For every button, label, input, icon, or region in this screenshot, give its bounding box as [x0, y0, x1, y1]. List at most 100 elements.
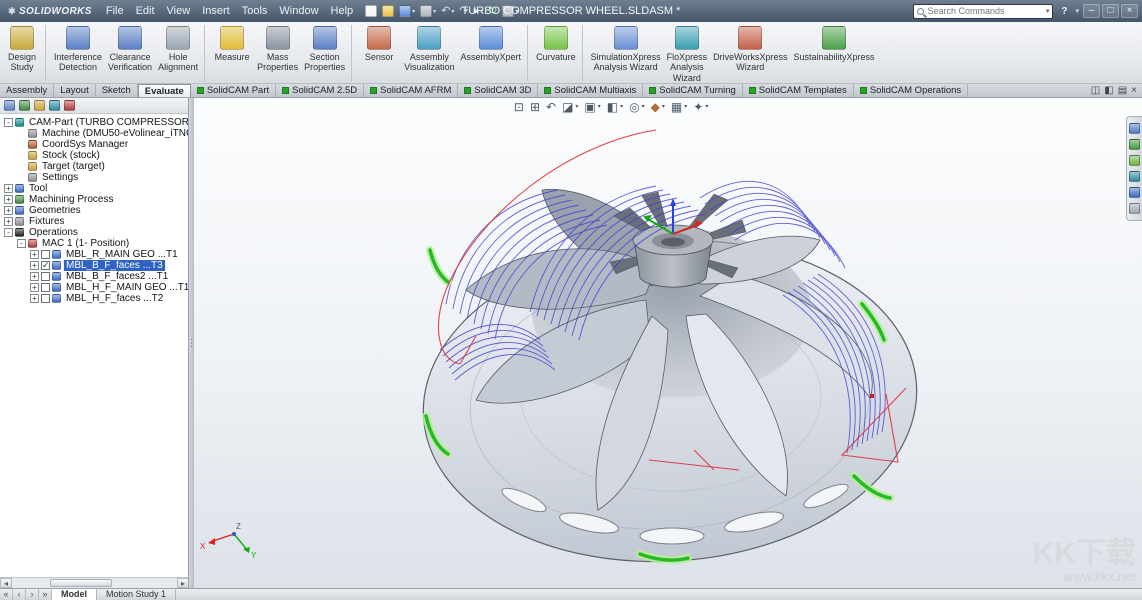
tab-solidcam-25d[interactable]: SolidCAM 2.5D: [276, 84, 364, 97]
tree-item-mac1[interactable]: - MAC 1 (1- Position): [2, 238, 188, 249]
tab-scroll-next-button[interactable]: ›: [26, 589, 39, 600]
tab-scroll-last-button[interactable]: »: [39, 589, 52, 600]
tree-item-op-mbl-h-f-main-geo[interactable]: + MBL_H_F_MAIN GEO ...T1: [2, 282, 188, 293]
operation-checkbox[interactable]: [41, 261, 50, 270]
tree-expander-icon[interactable]: +: [4, 217, 13, 226]
tab-scroll-prev-button[interactable]: ‹: [13, 589, 26, 600]
tree-item-machine[interactable]: Machine (DMU50-eVolinear_iTNC530_5X-Si: [2, 128, 188, 139]
scroll-thumb[interactable]: [50, 579, 112, 587]
zoom-fit-icon[interactable]: ⊡▾: [514, 101, 524, 113]
menu-file[interactable]: File: [100, 0, 130, 22]
search-commands-box[interactable]: ▾: [913, 4, 1053, 19]
undo-icon[interactable]: ↶▾: [439, 3, 456, 19]
menu-insert[interactable]: Insert: [196, 0, 236, 22]
apply-scene-icon[interactable]: ▦▾: [671, 101, 687, 113]
menu-help[interactable]: Help: [325, 0, 360, 22]
tree-item-cam-part[interactable]: - CAM-Part (TURBO COMPRESSOR WHEEL): [2, 117, 188, 128]
assemblyxpert-button[interactable]: AssemblyXpert ▾: [458, 25, 529, 81]
help-icon[interactable]: ?: [1057, 6, 1071, 17]
operation-checkbox[interactable]: [41, 250, 50, 259]
tree-item-fixtures[interactable]: + Fixtures: [2, 216, 188, 227]
sensor-button[interactable]: Sensor ▾: [357, 25, 401, 81]
minimize-button[interactable]: –: [1083, 4, 1100, 18]
view-palette-icon[interactable]: [1129, 171, 1140, 182]
save-icon[interactable]: ▾: [397, 3, 417, 19]
machining-process-toolbar-icon[interactable]: [34, 100, 45, 111]
section-view-icon[interactable]: ◪▾: [562, 101, 578, 113]
close-button[interactable]: ×: [1121, 4, 1138, 18]
floxpress-analysis-wizard-button[interactable]: FloXpress Analysis Wizard ▾: [664, 25, 711, 81]
tree-expander-icon[interactable]: -: [4, 118, 13, 127]
tree-expander-icon[interactable]: -: [4, 228, 13, 237]
display-style-icon[interactable]: ◧▾: [607, 101, 623, 113]
tree-expander-icon[interactable]: +: [4, 195, 13, 204]
tab-layout[interactable]: Layout: [54, 84, 96, 97]
tree-item-op-mbl-b-f-faces2[interactable]: + MBL_B_F_faces2 ...T1: [2, 271, 188, 282]
graphics-viewport[interactable]: X Y Z ⊡▾⊞▾↶▾◪▾▣▾◧▾◎▾◆▾▦▾✦▾ KK下载 www.kkx.…: [194, 98, 1142, 588]
curvature-button[interactable]: Curvature ▾: [533, 25, 583, 81]
display-pane-icon[interactable]: ◧: [1104, 86, 1113, 96]
tab-solidcam-afrm[interactable]: SolidCAM AFRM: [364, 84, 458, 97]
tab-scroll-first-button[interactable]: «: [0, 589, 13, 600]
tree-item-geometries[interactable]: + Geometries: [2, 205, 188, 216]
search-dropdown-icon[interactable]: ▾: [1046, 7, 1050, 15]
search-input[interactable]: [927, 6, 1042, 16]
menu-edit[interactable]: Edit: [130, 0, 161, 22]
view-settings-icon[interactable]: ✦▾: [693, 101, 708, 113]
tree-item-tool[interactable]: + Tool: [2, 183, 188, 194]
tree-expander-icon[interactable]: +: [30, 272, 39, 281]
cam-manager-icon[interactable]: [4, 100, 15, 111]
tab-solidcam-templates[interactable]: SolidCAM Templates: [743, 84, 854, 97]
tree-expander-icon[interactable]: +: [4, 206, 13, 215]
view-orientation-icon[interactable]: ▣▾: [584, 101, 600, 113]
tab-solidcam-3d[interactable]: SolidCAM 3D: [458, 84, 538, 97]
clearance-verification-button[interactable]: Clearance Verification ▾: [105, 25, 155, 81]
motion-study-tab[interactable]: Motion Study 1: [97, 589, 176, 600]
tree-item-operations[interactable]: - Operations: [2, 227, 188, 238]
operation-checkbox[interactable]: [41, 294, 50, 303]
print-icon[interactable]: ▾: [418, 3, 438, 19]
hide-show-items-icon[interactable]: ◎▾: [629, 101, 645, 113]
interference-detection-button[interactable]: Interference Detection ▾: [51, 25, 105, 81]
driveworksxpress-wizard-button[interactable]: DriveWorksXpress Wizard ▾: [710, 25, 790, 81]
menu-view[interactable]: View: [161, 0, 197, 22]
custom-properties-icon[interactable]: [1129, 203, 1140, 214]
tree-item-op-mbl-b-f-faces[interactable]: + MBL_B_F_faces ...T3: [2, 260, 188, 271]
operation-checkbox[interactable]: [41, 283, 50, 292]
tool-table-icon[interactable]: [19, 100, 30, 111]
model-tab[interactable]: Model: [52, 589, 97, 600]
tree-expander-icon[interactable]: +: [30, 261, 39, 270]
open-icon[interactable]: ▾: [380, 3, 396, 19]
tree-expander-icon[interactable]: +: [30, 283, 39, 292]
tree-item-settings[interactable]: Settings: [2, 172, 188, 183]
hole-alignment-button[interactable]: Hole Alignment ▾: [155, 25, 205, 81]
operation-checkbox[interactable]: [41, 272, 50, 281]
design-library-icon[interactable]: [1129, 139, 1140, 150]
tree-item-op-mbl-r-main-geo[interactable]: + MBL_R_MAIN GEO ...T1: [2, 249, 188, 260]
sustainabilityxpress-button[interactable]: SustainabilityXpress ▾: [790, 25, 877, 81]
tab-solidcam-turning[interactable]: SolidCAM Turning: [643, 84, 743, 97]
tree-expander-icon[interactable]: +: [4, 184, 13, 193]
display-pane-split-icon[interactable]: ◫: [1091, 86, 1100, 96]
zoom-area-icon[interactable]: ⊞▾: [530, 101, 540, 113]
tree-expander-icon[interactable]: -: [17, 239, 26, 248]
tree-expander-icon[interactable]: +: [30, 294, 39, 303]
tab-evaluate[interactable]: Evaluate: [138, 84, 191, 97]
solidworks-resources-icon[interactable]: [1129, 123, 1140, 134]
tab-assembly[interactable]: Assembly: [0, 84, 54, 97]
tree-item-stock[interactable]: Stock (stock): [2, 150, 188, 161]
menu-window[interactable]: Window: [273, 0, 324, 22]
scroll-left-icon[interactable]: ◂: [0, 578, 12, 588]
section-properties-button[interactable]: Section Properties ▾: [301, 25, 352, 81]
geometry-toolbar-icon[interactable]: [49, 100, 60, 111]
help-dropdown-icon[interactable]: ▾: [1075, 7, 1079, 15]
tab-solidcam-operations[interactable]: SolidCAM Operations: [854, 84, 968, 97]
tab-sketch[interactable]: Sketch: [96, 84, 138, 97]
assembly-visualization-button[interactable]: Assembly Visualization ▾: [401, 25, 457, 81]
appearances-scenes-icon[interactable]: [1129, 187, 1140, 198]
tree-item-target[interactable]: Target (target): [2, 161, 188, 172]
new-document-icon[interactable]: ▾: [363, 3, 379, 19]
design-study-button[interactable]: Design Study ▾: [2, 25, 46, 81]
menu-tools[interactable]: Tools: [236, 0, 274, 22]
tree-item-machining-process[interactable]: + Machining Process: [2, 194, 188, 205]
